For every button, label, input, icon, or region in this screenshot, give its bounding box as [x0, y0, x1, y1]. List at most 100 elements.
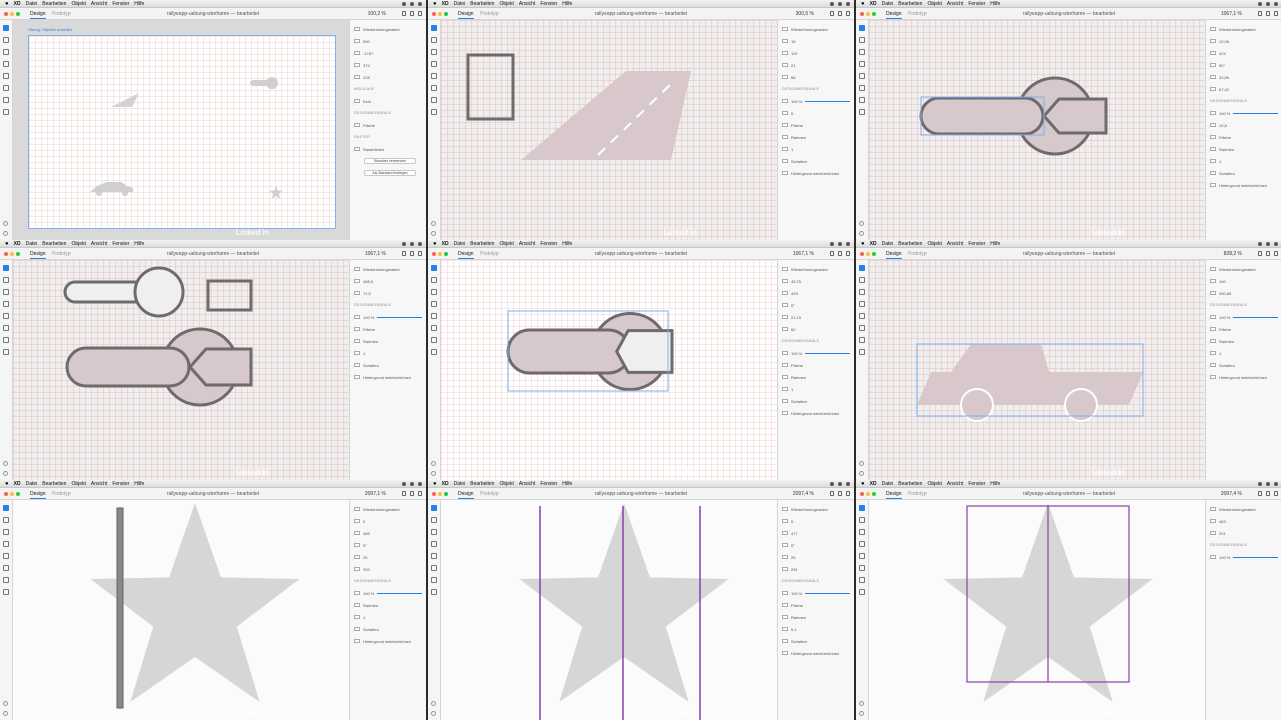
- canvas[interactable]: Linked in: [441, 500, 777, 720]
- status-icon[interactable]: [830, 481, 834, 486]
- inspector-button[interactable]: Standard verwenden: [374, 159, 406, 163]
- checkbox[interactable]: [782, 111, 788, 115]
- rectangle-tool-icon[interactable]: [859, 277, 865, 283]
- checkbox[interactable]: [354, 327, 360, 331]
- zoom-level[interactable]: 100,2 %: [368, 11, 386, 17]
- menu-item-2[interactable]: Objekt: [927, 1, 941, 7]
- checkbox[interactable]: [354, 639, 360, 643]
- canvas[interactable]: Übung: Objekte erstellen Linked in: [13, 20, 349, 240]
- line-tool-icon[interactable]: [859, 301, 865, 307]
- checkbox[interactable]: [354, 519, 360, 523]
- zoom-tool-icon[interactable]: [3, 109, 9, 115]
- artboard-tool-icon[interactable]: [3, 97, 9, 103]
- share-icon[interactable]: [1274, 251, 1278, 256]
- apple-icon[interactable]: ●: [433, 241, 437, 247]
- rectangle-tool-icon[interactable]: [3, 37, 9, 43]
- artboard-tool-icon[interactable]: [3, 337, 9, 343]
- device-preview-icon[interactable]: [830, 491, 834, 496]
- checkbox[interactable]: [354, 507, 360, 511]
- line-tool-icon[interactable]: [3, 301, 9, 307]
- rectangle-tool-icon[interactable]: [859, 517, 865, 523]
- layers-icon[interactable]: [3, 711, 8, 716]
- opacity-slider[interactable]: [805, 100, 850, 102]
- rectangle-shape[interactable]: [466, 53, 515, 121]
- checkbox[interactable]: [1210, 39, 1216, 43]
- line-tool-icon[interactable]: [3, 541, 9, 547]
- checkbox[interactable]: [1210, 507, 1216, 511]
- menu-item-5[interactable]: Hilfe: [562, 1, 572, 7]
- checkbox[interactable]: [782, 267, 788, 271]
- artboard-tool-icon[interactable]: [3, 577, 9, 583]
- checkbox[interactable]: [1210, 123, 1216, 127]
- checkbox[interactable]: [354, 51, 360, 55]
- checkbox[interactable]: [354, 615, 360, 619]
- checkbox[interactable]: [354, 555, 360, 559]
- checkbox[interactable]: [782, 555, 788, 559]
- assets-icon[interactable]: [859, 701, 864, 706]
- status-icon[interactable]: [1274, 1, 1278, 6]
- checkbox[interactable]: [782, 135, 788, 139]
- layers-icon[interactable]: [3, 471, 8, 476]
- apple-icon[interactable]: ●: [861, 1, 865, 7]
- checkbox[interactable]: [354, 351, 360, 355]
- status-icon[interactable]: [846, 1, 850, 6]
- menu-item-0[interactable]: Datei: [26, 1, 38, 7]
- road-shape[interactable]: [111, 93, 139, 107]
- wrench-draft-small[interactable]: [63, 266, 185, 318]
- canvas[interactable]: Linked in: [869, 500, 1205, 720]
- menu-item-0[interactable]: Datei: [26, 241, 38, 247]
- checkbox[interactable]: [354, 291, 360, 295]
- car-shape[interactable]: [917, 344, 1143, 422]
- checkbox[interactable]: [1210, 291, 1216, 295]
- checkbox[interactable]: [354, 339, 360, 343]
- star-shape[interactable]: [519, 503, 729, 702]
- ellipse-tool-icon[interactable]: [3, 49, 9, 55]
- select-tool-icon[interactable]: [431, 265, 437, 271]
- apple-icon[interactable]: ●: [861, 481, 865, 487]
- checkbox[interactable]: [1210, 375, 1216, 379]
- status-icon[interactable]: [838, 241, 842, 246]
- menu-item-1[interactable]: Bearbeiten: [470, 241, 494, 247]
- checkbox[interactable]: [1210, 135, 1216, 139]
- share-icon[interactable]: [846, 251, 850, 256]
- checkbox[interactable]: [1210, 279, 1216, 283]
- handle-rect[interactable]: [65, 346, 191, 388]
- line-tool-icon[interactable]: [431, 61, 437, 67]
- menu-item-3[interactable]: Ansicht: [519, 481, 535, 487]
- menu-item-2[interactable]: Objekt: [499, 1, 513, 7]
- checkbox[interactable]: [354, 363, 360, 367]
- menu-item-1[interactable]: Bearbeiten: [42, 481, 66, 487]
- text-tool-icon[interactable]: [859, 325, 865, 331]
- select-tool-icon[interactable]: [859, 25, 865, 31]
- select-tool-icon[interactable]: [859, 505, 865, 511]
- select-tool-icon[interactable]: [431, 25, 437, 31]
- menu-item-5[interactable]: Hilfe: [990, 1, 1000, 7]
- select-tool-icon[interactable]: [859, 265, 865, 271]
- menu-item-4[interactable]: Fenster: [112, 481, 129, 487]
- menu-item-0[interactable]: Datei: [882, 481, 894, 487]
- status-icon[interactable]: [418, 1, 422, 6]
- checkbox[interactable]: [782, 279, 788, 283]
- zoom-tool-icon[interactable]: [431, 109, 437, 115]
- status-icon[interactable]: [838, 481, 842, 486]
- menu-item-2[interactable]: Objekt: [499, 481, 513, 487]
- zoom-level[interactable]: 828,2 %: [1224, 251, 1242, 257]
- share-icon[interactable]: [846, 11, 850, 16]
- checkbox[interactable]: [782, 543, 788, 547]
- layers-icon[interactable]: [431, 471, 436, 476]
- apple-icon[interactable]: ●: [433, 1, 437, 7]
- opacity-slider[interactable]: [1233, 556, 1278, 558]
- status-icon[interactable]: [1266, 1, 1270, 6]
- bar-shape[interactable]: [116, 507, 124, 709]
- menu-item-5[interactable]: Hilfe: [562, 481, 572, 487]
- menu-item-2[interactable]: Objekt: [927, 241, 941, 247]
- status-icon[interactable]: [830, 1, 834, 6]
- canvas[interactable]: Linked in: [13, 500, 349, 720]
- assets-icon[interactable]: [431, 461, 436, 466]
- checkbox[interactable]: [1210, 351, 1216, 355]
- status-icon[interactable]: [402, 481, 406, 486]
- road-shape[interactable]: [521, 71, 691, 160]
- checkbox[interactable]: [782, 75, 788, 79]
- device-preview-icon[interactable]: [1258, 11, 1262, 16]
- assets-icon[interactable]: [3, 701, 8, 706]
